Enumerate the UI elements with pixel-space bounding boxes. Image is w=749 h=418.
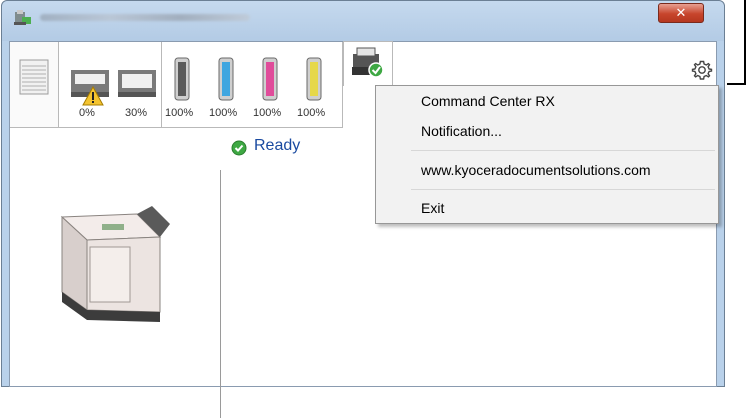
toner-cyan-icon: [218, 57, 234, 101]
window-title-blurred: [40, 14, 250, 21]
toner-yellow-level: 100%: [297, 107, 326, 119]
tab-toner-levels[interactable]: 100% 100% 100% 100%: [162, 42, 343, 128]
tab-paper-stack[interactable]: [10, 42, 59, 128]
ready-check-icon: [231, 140, 247, 156]
tab-device-status[interactable]: [343, 41, 393, 86]
panel-divider: [220, 170, 221, 418]
menu-item-exit[interactable]: Exit: [421, 200, 444, 216]
status-text: Ready: [254, 137, 301, 154]
title-bar[interactable]: ✕: [2, 1, 724, 41]
menu-item-notification[interactable]: Notification...: [421, 123, 502, 139]
callout-line: [727, 0, 746, 85]
menu-item-command-center[interactable]: Command Center RX: [421, 93, 555, 109]
context-menu: Command Center RX Notification... www.ky…: [375, 85, 719, 224]
close-button[interactable]: ✕: [658, 3, 704, 23]
toner-magenta-level: 100%: [253, 107, 282, 119]
printer-app-icon: [14, 10, 31, 25]
menu-item-website[interactable]: www.kyoceradocumentsolutions.com: [421, 162, 651, 178]
toner-black-icon: [174, 57, 190, 101]
toner-yellow-icon: [306, 57, 322, 101]
printer-image: [60, 206, 170, 322]
printer-ok-icon: [352, 47, 384, 78]
paper-stack-icon: [19, 59, 49, 95]
toner-magenta-icon: [262, 57, 278, 101]
close-icon: ✕: [675, 6, 687, 21]
warning-icon: [82, 86, 104, 106]
gear-icon[interactable]: [691, 59, 713, 81]
tab-paper-trays[interactable]: 0% 30%: [59, 42, 162, 128]
menu-separator: [411, 150, 715, 151]
toner-black-level: 100%: [165, 107, 194, 119]
menu-separator: [411, 189, 715, 190]
cassette-1-level: 0%: [79, 107, 95, 119]
cassette-2-icon: [118, 70, 156, 97]
toner-cyan-level: 100%: [209, 107, 238, 119]
cassette-2-level: 30%: [125, 107, 148, 119]
